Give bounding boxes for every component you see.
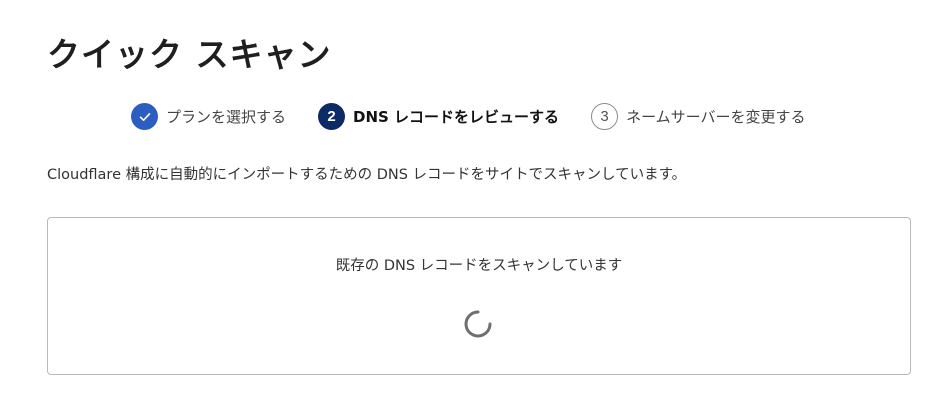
step-select-plan: プランを選択する bbox=[131, 103, 286, 130]
step-label-select-plan: プランを選択する bbox=[166, 108, 287, 126]
page-title: クイック スキャン bbox=[47, 35, 332, 74]
step-change-nameservers: 3 ネームサーバーを変更する bbox=[591, 103, 805, 130]
step-number-badge-current: 2 bbox=[318, 103, 346, 130]
step-label-change-nameservers: ネームサーバーを変更する bbox=[626, 108, 806, 126]
scan-progress-panel: 既存の DNS レコードをスキャンしています bbox=[47, 217, 911, 375]
step-number-badge-pending: 3 bbox=[591, 103, 619, 130]
scan-description: Cloudflare 構成に自動的にインポートするための DNS レコードをサイ… bbox=[47, 167, 687, 183]
check-icon bbox=[139, 112, 150, 121]
step-review-dns-records: 2 DNS レコードをレビューする bbox=[318, 103, 559, 130]
scan-status-text: 既存の DNS レコードをスキャンしています bbox=[335, 258, 623, 274]
step-label-review-dns-records: DNS レコードをレビューする bbox=[353, 108, 560, 126]
setup-stepper: プランを選択する 2 DNS レコードをレビューする 3 ネームサーバーを変更す… bbox=[131, 103, 805, 130]
step-completed-badge bbox=[131, 103, 158, 130]
loading-spinner-icon bbox=[464, 310, 492, 338]
